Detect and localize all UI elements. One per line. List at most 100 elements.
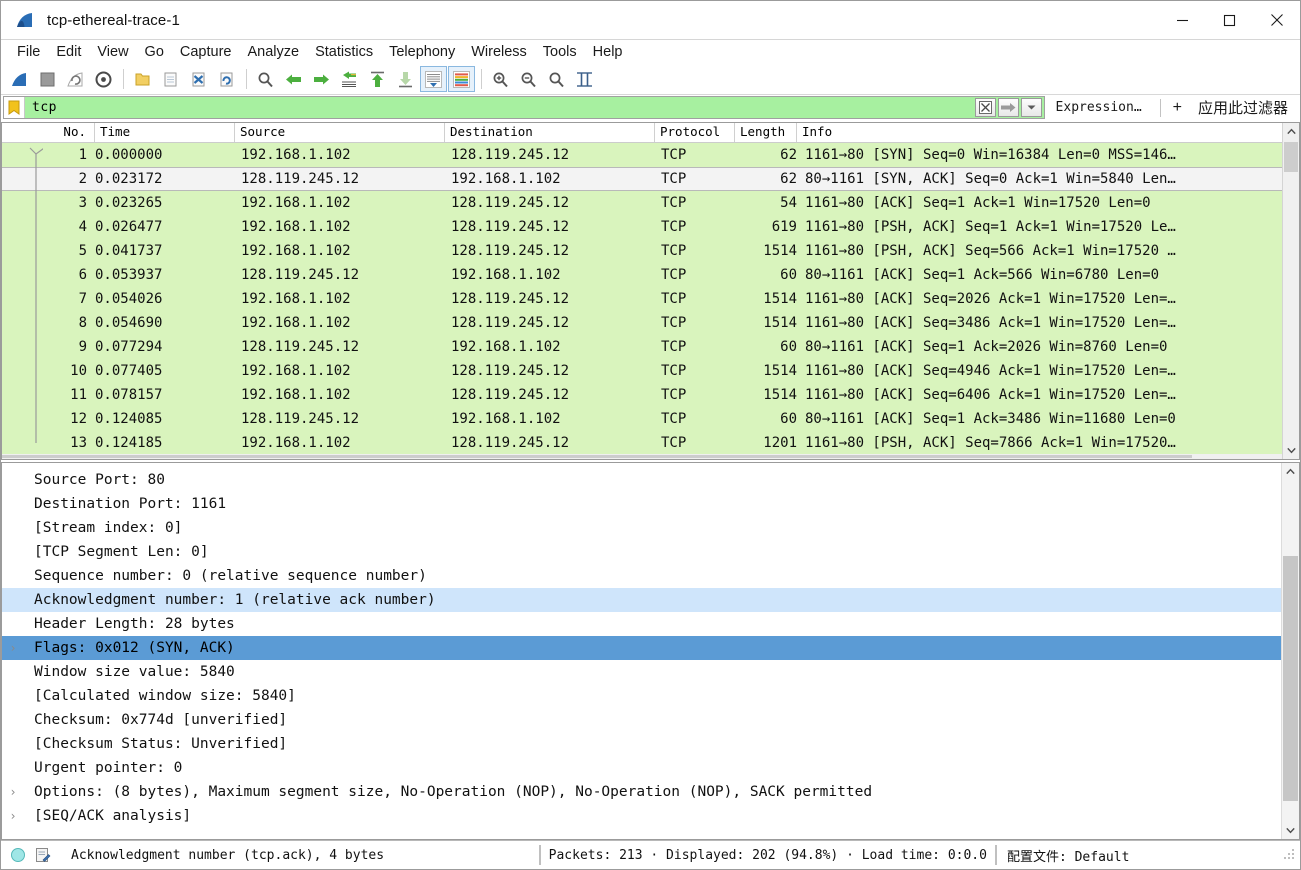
go-back-icon[interactable] <box>280 66 307 92</box>
colorize-packets-icon[interactable] <box>448 66 475 92</box>
start-capture-icon[interactable] <box>6 66 33 92</box>
table-row[interactable]: 9 0.077294 128.119.245.12 192.168.1.102 TCP 6… <box>2 335 1299 359</box>
detail-tree-row[interactable]: › Options: (8 bytes), Maximum segment siz… <box>2 780 1281 804</box>
column-header-source[interactable]: Source <box>235 123 445 142</box>
stop-capture-icon[interactable] <box>34 66 61 92</box>
detail-tree-row[interactable]: Destination Port: 1161 <box>2 492 1281 516</box>
minimize-button[interactable] <box>1159 1 1206 39</box>
table-row[interactable]: 8 0.054690 192.168.1.102 128.119.245.12 TCP 1… <box>2 311 1299 335</box>
column-header-time[interactable]: Time <box>95 123 235 142</box>
detail-tree-row[interactable]: Header Length: 28 bytes <box>2 612 1281 636</box>
display-filter-input[interactable]: tcp <box>3 96 1045 119</box>
reload-file-icon[interactable] <box>213 66 240 92</box>
column-header-protocol[interactable]: Protocol <box>655 123 735 142</box>
detail-tree-row[interactable]: [Checksum Status: Unverified] <box>2 732 1281 756</box>
menu-item-statistics[interactable]: Statistics <box>307 42 381 62</box>
packet-details-scroll-thumb[interactable] <box>1283 556 1298 801</box>
bookmark-icon[interactable] <box>4 97 25 118</box>
menu-item-analyze[interactable]: Analyze <box>239 42 307 62</box>
packet-list-scrollbar[interactable] <box>1282 123 1299 459</box>
close-button[interactable] <box>1253 1 1300 39</box>
resize-grip-icon[interactable] <box>1283 849 1296 861</box>
save-file-icon[interactable] <box>157 66 184 92</box>
filter-history-chevron-down-icon[interactable] <box>1020 98 1042 117</box>
menu-item-file[interactable]: File <box>9 42 48 62</box>
apply-filter-arrow-icon[interactable] <box>997 98 1019 117</box>
capture-options-icon[interactable] <box>90 66 117 92</box>
table-row[interactable]: 10 0.077405 192.168.1.102 128.119.245.12 TCP… <box>2 359 1299 383</box>
column-header-length[interactable]: Length <box>735 123 797 142</box>
maximize-button[interactable] <box>1206 1 1253 39</box>
auto-scroll-icon[interactable] <box>420 66 447 92</box>
detail-tree-row[interactable]: Window size value: 5840 <box>2 660 1281 684</box>
table-row[interactable]: 7 0.054026 192.168.1.102 128.119.245.12 TCP 1… <box>2 287 1299 311</box>
go-to-packet-icon[interactable] <box>336 66 363 92</box>
table-row[interactable]: 1 0.000000 192.168.1.102 128.119.245.12 TCP 6… <box>2 143 1299 167</box>
table-row[interactable]: 11 0.078157 192.168.1.102 128.119.245.12 TCP… <box>2 383 1299 407</box>
chevron-right-icon[interactable]: › <box>2 636 24 660</box>
detail-tree-row[interactable]: [Stream index: 0] <box>2 516 1281 540</box>
zoom-out-icon[interactable] <box>515 66 542 92</box>
chevron-down-icon[interactable] <box>1283 442 1299 459</box>
capture-file-comment-icon[interactable] <box>35 847 51 863</box>
detail-tree-row[interactable]: Source Port: 80 <box>2 468 1281 492</box>
menu-item-help[interactable]: Help <box>585 42 631 62</box>
table-row[interactable]: 5 0.041737 192.168.1.102 128.119.245.12 TCP 1… <box>2 239 1299 263</box>
table-row[interactable]: 4 0.026477 192.168.1.102 128.119.245.12 TCP 6… <box>2 215 1299 239</box>
packet-list-body[interactable]: 1 0.000000 192.168.1.102 128.119.245.12 TCP 6… <box>2 143 1299 459</box>
column-header-info[interactable]: Info <box>797 123 1299 142</box>
table-row[interactable]: 13 0.124185 192.168.1.102 128.119.245.12 TCP… <box>2 431 1299 455</box>
detail-tree-row[interactable]: [Calculated window size: 5840] <box>2 684 1281 708</box>
menu-item-wireless[interactable]: Wireless <box>463 42 535 62</box>
expert-info-circle-icon[interactable] <box>11 848 25 862</box>
table-row[interactable]: 2 0.023172 128.119.245.12 192.168.1.102 TCP 6… <box>2 167 1299 191</box>
find-packet-icon[interactable] <box>252 66 279 92</box>
menu-item-view[interactable]: View <box>89 42 136 62</box>
menu-item-tools[interactable]: Tools <box>535 42 585 62</box>
chevron-up-icon[interactable] <box>1283 123 1299 140</box>
packet-list-hscrollbar[interactable] <box>2 454 1282 459</box>
zoom-in-icon[interactable] <box>487 66 514 92</box>
clear-filter-icon[interactable] <box>974 98 996 117</box>
packet-cell-no: 12 <box>70 411 87 427</box>
detail-tree-row[interactable]: [TCP Segment Len: 0] <box>2 540 1281 564</box>
detail-tree-row[interactable]: Checksum: 0x774d [unverified] <box>2 708 1281 732</box>
packet-details-scrollbar[interactable] <box>1281 463 1299 839</box>
open-file-icon[interactable] <box>129 66 156 92</box>
go-forward-icon[interactable] <box>308 66 335 92</box>
table-row[interactable]: 6 0.053937 128.119.245.12 192.168.1.102 TCP 6… <box>2 263 1299 287</box>
detail-tree-row[interactable]: › Flags: 0x012 (SYN, ACK) <box>2 636 1281 660</box>
packet-cell-info: 1161→80 [PSH, ACK] Seq=1 Ack=1 Win=17520… <box>805 219 1176 235</box>
expression-button[interactable]: Expression… <box>1048 100 1152 115</box>
chevron-up-icon[interactable] <box>1282 463 1299 480</box>
zoom-reset-icon[interactable] <box>543 66 570 92</box>
table-row[interactable]: 3 0.023265 192.168.1.102 128.119.245.12 TCP 5… <box>2 191 1299 215</box>
chevron-down-icon[interactable] <box>1282 822 1299 839</box>
close-file-icon[interactable] <box>185 66 212 92</box>
menu-item-telephony[interactable]: Telephony <box>381 42 463 62</box>
menu-item-edit[interactable]: Edit <box>48 42 89 62</box>
menu-item-go[interactable]: Go <box>137 42 172 62</box>
menu-item-capture[interactable]: Capture <box>172 42 240 62</box>
packet-details-tree[interactable]: Source Port: 80 Destination Port: 1161 [St… <box>2 468 1281 839</box>
resize-columns-icon[interactable] <box>571 66 598 92</box>
status-profile[interactable]: 配置文件: Default <box>1005 846 1129 865</box>
column-header-destination[interactable]: Destination <box>445 123 655 142</box>
chevron-right-icon[interactable]: › <box>2 804 24 828</box>
detail-tree-row[interactable]: Acknowledgment number: 1 (relative ack n… <box>2 588 1281 612</box>
detail-tree-row[interactable]: Urgent pointer: 0 <box>2 756 1281 780</box>
go-to-last-packet-icon[interactable] <box>392 66 419 92</box>
detail-tree-row[interactable]: Sequence number: 0 (relative sequence nu… <box>2 564 1281 588</box>
detail-tree-row[interactable]: › [SEQ/ACK analysis] <box>2 804 1281 828</box>
column-header-no[interactable]: No. <box>2 123 95 142</box>
display-filter-value[interactable]: tcp <box>25 100 975 115</box>
wireshark-shark-fin-icon <box>15 10 35 30</box>
apply-this-filter-button[interactable]: 应用此过滤器 <box>1186 97 1298 118</box>
go-to-first-packet-icon[interactable] <box>364 66 391 92</box>
chevron-right-icon[interactable]: › <box>2 780 24 804</box>
add-filter-button[interactable]: + <box>1169 99 1186 117</box>
packet-list-hscroll-thumb[interactable] <box>2 455 1193 458</box>
table-row[interactable]: 12 0.124085 128.119.245.12 192.168.1.102 TCP… <box>2 407 1299 431</box>
restart-capture-icon[interactable] <box>62 66 89 92</box>
packet-list-scroll-thumb[interactable] <box>1284 142 1298 172</box>
